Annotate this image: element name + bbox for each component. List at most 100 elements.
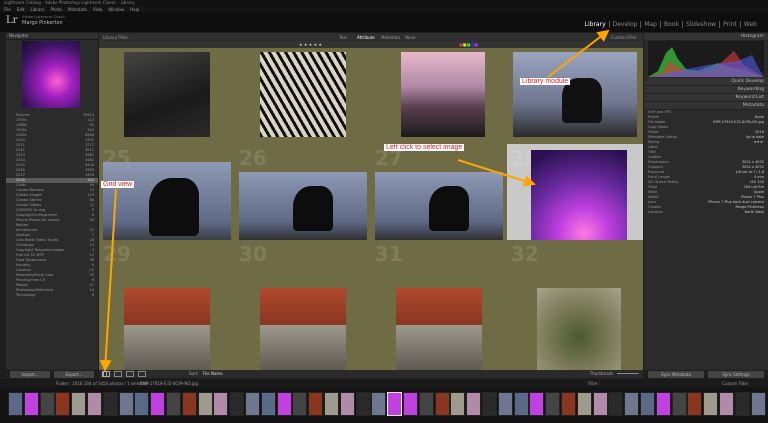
grid-cell[interactable]: 31 xyxy=(371,240,507,370)
sync-metadata-button[interactable]: Sync Metadata xyxy=(648,371,704,378)
loupe-view-icon[interactable] xyxy=(114,371,122,377)
grid-cell[interactable]: 25 xyxy=(99,144,235,248)
filmstrip-folder[interactable]: Folder : 2018 xyxy=(56,381,82,386)
filmstrip-thumbnail[interactable] xyxy=(150,392,166,416)
filmstrip-thumbnail[interactable] xyxy=(355,392,371,416)
photo-thumbnail[interactable] xyxy=(260,288,346,370)
menu-window[interactable]: Window xyxy=(108,7,124,12)
grid-cell[interactable]: 27 xyxy=(371,144,507,242)
module-map[interactable]: Map xyxy=(640,21,660,28)
module-print[interactable]: Print xyxy=(719,21,740,28)
quick-develop-header[interactable]: Quick Develop xyxy=(644,78,768,86)
filmstrip-thumbnail[interactable] xyxy=(450,392,466,416)
filmstrip-thumbnail[interactable] xyxy=(213,392,229,416)
filmstrip-thumbnail[interactable] xyxy=(55,392,71,416)
filmstrip-thumbnail[interactable] xyxy=(497,392,513,416)
filmstrip-thumbnail[interactable] xyxy=(687,392,703,416)
module-web[interactable]: Web xyxy=(739,21,760,28)
keywording-header[interactable]: Keywording xyxy=(644,86,768,94)
filmstrip-thumbnail[interactable] xyxy=(561,392,576,416)
menu-file[interactable]: File xyxy=(4,7,11,12)
grid-cell[interactable] xyxy=(371,48,507,144)
filmstrip-thumbnail[interactable] xyxy=(734,392,750,416)
navigator-preview[interactable] xyxy=(22,41,80,108)
filmstrip-thumbnail[interactable] xyxy=(466,392,482,416)
grid-view-icon[interactable] xyxy=(102,371,110,377)
filter-tab-metadata[interactable]: Metadata xyxy=(381,35,400,40)
export-button[interactable]: Export... xyxy=(54,371,94,378)
filmstrip-thumbnail[interactable] xyxy=(655,392,671,416)
filmstrip-thumbnail[interactable] xyxy=(23,392,39,416)
filmstrip-thumbnail[interactable] xyxy=(339,392,355,416)
histogram-header[interactable]: Histogram xyxy=(644,33,768,41)
photo-thumbnail[interactable] xyxy=(401,52,485,137)
filter-tab-attribute[interactable]: Attribute xyxy=(357,35,375,40)
filmstrip-thumbnail[interactable] xyxy=(8,392,23,416)
grid-cell[interactable]: 26 xyxy=(235,144,371,242)
grid-cell[interactable] xyxy=(507,48,643,144)
module-book[interactable]: Book xyxy=(660,21,682,28)
filmstrip-thumbnail[interactable] xyxy=(39,392,55,416)
grid-cell[interactable] xyxy=(99,48,235,144)
filmstrip-thumbnail[interactable] xyxy=(276,392,292,416)
filmstrip-thumbnail[interactable] xyxy=(308,392,324,416)
menu-metadata[interactable]: Metadata xyxy=(68,7,87,12)
user-name[interactable]: Margo Pinkerton xyxy=(22,20,63,26)
grid-cell[interactable]: 32 xyxy=(507,240,643,370)
rating-stars-icon[interactable]: ★ ★ ★ ★ ★ xyxy=(299,42,322,47)
photo-thumbnail[interactable] xyxy=(396,288,482,370)
photo-thumbnail[interactable] xyxy=(124,52,210,137)
filmstrip-thumbnail[interactable] xyxy=(513,392,529,416)
module-develop[interactable]: Develop xyxy=(608,21,641,28)
filmstrip-thumbnail[interactable] xyxy=(71,392,87,416)
photo-thumbnail[interactable] xyxy=(260,52,346,137)
filmstrip-thumbnail[interactable] xyxy=(292,392,308,416)
filmstrip-thumbnail[interactable] xyxy=(576,392,592,416)
grid-cell[interactable]: 29 xyxy=(99,240,235,370)
filmstrip-thumbnail[interactable] xyxy=(671,392,687,416)
filmstrip-thumbnail[interactable] xyxy=(102,392,118,416)
grid-cell-selected[interactable]: 28 xyxy=(507,144,643,278)
filmstrip-thumbnail[interactable] xyxy=(418,392,434,416)
metadata-header[interactable]: Metadata xyxy=(644,102,768,110)
photo-thumbnail[interactable] xyxy=(537,288,621,370)
grid-cell[interactable]: 30 xyxy=(235,240,371,370)
filmstrip-thumbnail[interactable] xyxy=(166,392,181,416)
menu-help[interactable]: Help xyxy=(130,7,139,12)
filmstrip-thumbnail[interactable] xyxy=(260,392,276,416)
navigator-header[interactable]: Navigator xyxy=(6,33,98,40)
filmstrip-thumbnail[interactable] xyxy=(324,392,339,416)
filmstrip-thumbnail[interactable] xyxy=(181,392,197,416)
sync-settings-button[interactable]: Sync Settings xyxy=(708,371,764,378)
color-label-icon[interactable]: ■■■■■ xyxy=(459,42,478,47)
filmstrip-thumbnail[interactable] xyxy=(545,392,561,416)
menu-view[interactable]: View xyxy=(93,7,103,12)
thumbnail-size-slider[interactable] xyxy=(617,373,639,374)
keyword-list-header[interactable]: Keyword List xyxy=(644,94,768,102)
sort-select[interactable]: File Name xyxy=(203,371,223,376)
filmstrip-thumbnail[interactable] xyxy=(592,392,608,416)
module-slideshow[interactable]: Slideshow xyxy=(681,21,719,28)
menu-photo[interactable]: Photo xyxy=(50,7,61,12)
photo-thumbnail[interactable] xyxy=(124,288,210,370)
filmstrip-thumbnail[interactable] xyxy=(371,392,387,416)
metadata-field[interactable]: Location North West xyxy=(644,210,768,215)
filmstrip-thumbnail[interactable] xyxy=(719,392,734,416)
filmstrip-thumbnail[interactable] xyxy=(529,392,545,416)
filmstrip-thumbnail[interactable] xyxy=(134,392,150,416)
filmstrip-thumbnail[interactable] xyxy=(434,392,450,416)
custom-filter-select[interactable]: Custom Filter xyxy=(610,35,637,40)
filmstrip-thumbnail[interactable] xyxy=(87,392,102,416)
filmstrip-thumbnail[interactable] xyxy=(387,392,403,416)
filmstrip-thumbnail[interactable] xyxy=(624,392,640,416)
menu-edit[interactable]: Edit xyxy=(17,7,25,12)
filmstrip-thumbnail[interactable] xyxy=(197,392,213,416)
filter-tab-none[interactable]: None xyxy=(405,35,415,40)
grid-cell[interactable] xyxy=(235,48,371,144)
filmstrip-thumbnail[interactable] xyxy=(703,392,719,416)
filmstrip-thumbnail[interactable] xyxy=(482,392,497,416)
survey-view-icon[interactable] xyxy=(138,371,146,377)
filmstrip-thumbnail[interactable] xyxy=(750,392,766,416)
compare-view-icon[interactable] xyxy=(126,371,134,377)
filmstrip-thumbnail[interactable] xyxy=(229,392,245,416)
